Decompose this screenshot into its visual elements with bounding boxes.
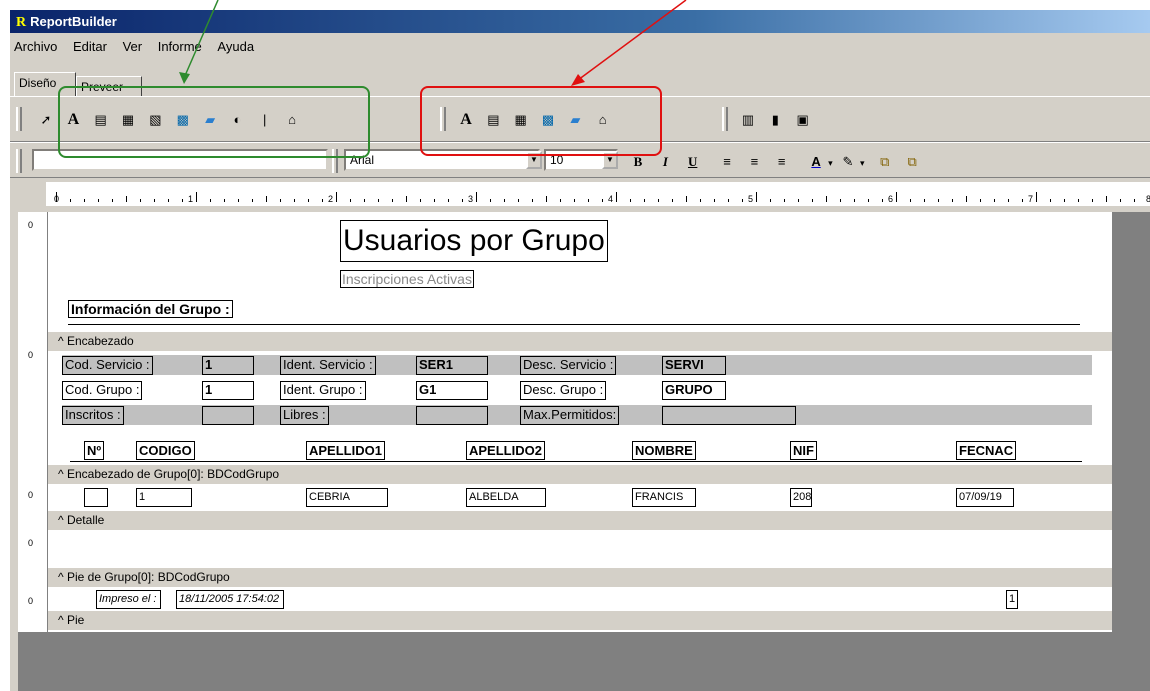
green-arrow-head bbox=[179, 72, 190, 84]
green-arrow-line bbox=[183, 0, 219, 79]
app-window: R ReportBuilder Archivo Editar Ver Inform… bbox=[0, 0, 1150, 691]
annotation-arrows bbox=[179, 0, 687, 86]
red-arrow-line bbox=[577, 0, 687, 81]
